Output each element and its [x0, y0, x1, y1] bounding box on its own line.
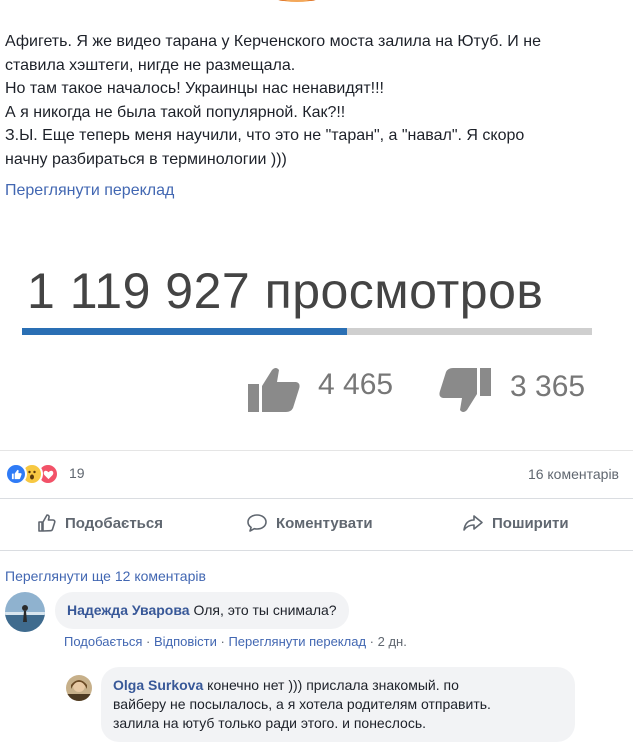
- like-icon: [5, 463, 27, 485]
- post-line: З.Ы. Еще теперь меня научили, что это не…: [5, 127, 525, 144]
- avatar[interactable]: [5, 592, 45, 632]
- share-button[interactable]: Поширити: [462, 513, 569, 533]
- thumbs-down-icon: [437, 366, 493, 419]
- comment-author[interactable]: Надежда Уварова: [67, 602, 190, 618]
- comment-text: Оля, это ты снимала?: [193, 602, 337, 618]
- embedded-image[interactable]: 1 119 927 просмотров 4 465 3 365: [0, 222, 633, 450]
- view-count: 1 119 927 просмотров: [27, 263, 544, 319]
- post-line: ставила хэштеги, нигде не размещала.: [5, 56, 296, 74]
- thumbs-up-icon: [246, 366, 302, 419]
- comment-translate-link[interactable]: Переглянути переклад: [228, 634, 366, 649]
- reactions-summary[interactable]: [5, 463, 67, 485]
- comment-text-line: конечно нет ))) прислала знакомый. по: [207, 677, 459, 693]
- comment-text-line: вайберу не посылалось, а я хотела родите…: [113, 696, 491, 712]
- comment-bubble: Надежда Уварова Оля, это ты снимала?: [55, 592, 349, 629]
- like-count: 4 465: [318, 368, 394, 401]
- dislike-count: 3 365: [510, 370, 586, 403]
- sentiment-bar-fill: [22, 328, 347, 335]
- post-line: А я никогда не была такой популярной. Ка…: [5, 103, 346, 121]
- post-line: начну разбираться в терминологии ))): [5, 150, 287, 168]
- thumbs-up-outline-icon: [38, 514, 56, 532]
- divider: [0, 450, 633, 451]
- post-line: Но там такое началось! Украинцы нас нена…: [5, 80, 384, 97]
- comment-icon: [247, 514, 267, 532]
- divider: [0, 498, 633, 499]
- avatar[interactable]: [66, 675, 92, 701]
- post-text: Афигеть. Я же видео тарана у Керченского…: [5, 30, 625, 171]
- like-button-label: Подобається: [65, 514, 163, 532]
- comment-like-link[interactable]: Подобається: [64, 634, 142, 649]
- comment-bubble: Olga Surkova конечно нет ))) прислала зн…: [101, 667, 575, 742]
- comment-button[interactable]: Коментувати: [246, 513, 373, 533]
- comment-author[interactable]: Olga Surkova: [113, 677, 203, 693]
- comment-reply-link[interactable]: Відповісти: [154, 634, 217, 649]
- view-more-comments-link[interactable]: Переглянути ще 12 коментарів: [5, 568, 206, 584]
- divider: [0, 550, 633, 551]
- reactions-count[interactable]: 19: [69, 465, 85, 481]
- share-button-label: Поширити: [492, 514, 569, 532]
- sticker-image: [265, 0, 329, 10]
- comment-time: 2 дн.: [377, 634, 407, 649]
- comment-actions: Подобається · Відповісти · Переглянути п…: [64, 634, 407, 649]
- comments-count[interactable]: 16 коментарів: [528, 466, 619, 482]
- post-line: Афигеть. Я же видео тарана у Керченского…: [5, 33, 541, 50]
- comment-button-label: Коментувати: [276, 514, 373, 532]
- sentiment-bar: [22, 328, 592, 335]
- see-translation-link[interactable]: Переглянути переклад: [5, 182, 174, 200]
- share-icon: [463, 515, 483, 531]
- like-button[interactable]: Подобається: [37, 513, 163, 533]
- comment-text-line: залила на ютуб только ради этого. и поне…: [113, 715, 427, 731]
